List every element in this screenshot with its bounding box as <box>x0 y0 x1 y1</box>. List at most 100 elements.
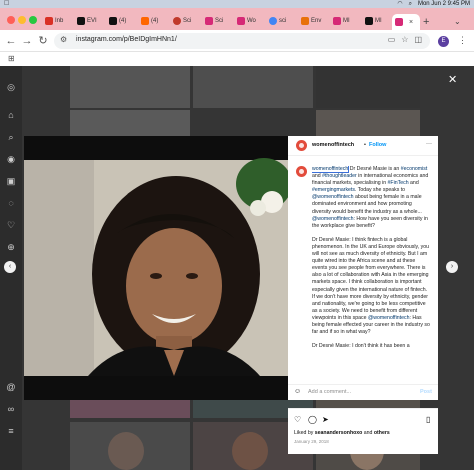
share-icon[interactable]: ➤ <box>322 415 329 424</box>
x-icon <box>109 16 117 25</box>
liked-by-user-link[interactable]: seanandersonhoxo <box>315 430 363 436</box>
instagram-logo-icon[interactable]: ◎ <box>6 82 16 92</box>
mention-link[interactable]: womenoffintech <box>312 166 350 173</box>
mention-link[interactable]: @womenoffintech <box>312 194 354 200</box>
search-icon[interactable]: ⌕ <box>6 132 16 142</box>
mention-link[interactable]: @womenoffintech <box>368 315 410 321</box>
meta-icon[interactable]: ∞ <box>6 404 16 414</box>
bookmarks-bar: ⊞ <box>0 52 474 66</box>
forward-button[interactable]: → <box>20 33 34 49</box>
tab-active-instagram[interactable]: × <box>392 14 420 30</box>
tab[interactable]: sci <box>266 13 289 28</box>
tab[interactable]: Env <box>298 13 324 28</box>
create-icon[interactable]: ⊕ <box>6 242 16 252</box>
like-heart-icon[interactable]: ♡ <box>294 415 301 424</box>
address-bar[interactable]: ⚙ instagram.com/p/BeIDgImHNn1/ ▭ ☆ ◫ <box>54 33 430 49</box>
post-comment-button[interactable]: Post <box>420 389 432 395</box>
background-post-tile <box>316 110 420 136</box>
explore-icon[interactable]: ◉ <box>6 154 16 164</box>
tab[interactable]: Sci <box>170 13 194 28</box>
background-face-photo <box>108 432 144 470</box>
notifications-heart-icon[interactable]: ♡ <box>6 220 16 230</box>
hamburger-menu-icon[interactable]: ≡ <box>6 426 16 436</box>
background-post-tile <box>70 66 190 108</box>
instagram-icon <box>205 16 213 25</box>
clock-text[interactable]: Mon Jun 2 9:45 PM <box>418 0 470 8</box>
emoji-icon[interactable]: ☺ <box>294 388 301 395</box>
tab[interactable]: EVI <box>74 13 100 28</box>
follow-button[interactable]: Follow <box>369 142 386 148</box>
hashtag-link[interactable]: #emergingmarkets <box>312 187 355 193</box>
author-avatar[interactable] <box>296 140 307 151</box>
background-post-tile <box>193 66 313 108</box>
separator-dot: • <box>364 142 366 148</box>
extensions-icon[interactable]: ◫ <box>414 35 422 44</box>
post-image[interactable] <box>24 136 288 400</box>
instagram-icon <box>333 16 341 25</box>
hashtag-link[interactable]: #economist <box>401 166 428 172</box>
new-tab-button[interactable]: + <box>423 16 429 28</box>
post-caption: womenoffintech Dr Desné Masie is an #eco… <box>312 166 430 350</box>
background-post-tile <box>70 400 190 418</box>
hashtag-link[interactable]: #thoughtleader <box>322 173 357 179</box>
instagram-icon <box>237 16 245 25</box>
browser-tab-strip: Inb EVI (4) (4) Sci Sci Wo sci Env MI MI… <box>0 8 474 30</box>
mention-link[interactable]: @womenoffintech <box>312 216 354 222</box>
wifi-icon[interactable]: ◠ <box>397 0 402 8</box>
profile-avatar[interactable]: E <box>438 36 449 47</box>
back-button[interactable]: ← <box>4 33 18 49</box>
more-options-icon[interactable]: ··· <box>426 141 432 147</box>
browser-toolbar: ← → ↻ ⚙ instagram.com/p/BeIDgImHNn1/ ▭ ☆… <box>0 30 474 52</box>
apps-grid-icon[interactable]: ⊞ <box>8 54 15 63</box>
previous-post-chevron-icon[interactable]: ‹ <box>4 261 16 273</box>
post-actions: ♡ ◯ ➤ ▯ Liked by seanandersonhoxo and ot… <box>288 408 438 454</box>
comment-icon[interactable]: ◯ <box>308 415 317 424</box>
tab[interactable]: Inb <box>42 13 66 28</box>
close-tab-icon[interactable]: × <box>409 19 413 26</box>
document-icon <box>301 16 309 25</box>
portrait-photo <box>24 136 288 400</box>
threads-icon[interactable]: @ <box>6 382 16 392</box>
google-icon <box>269 16 277 25</box>
post-header: womenoffintech • Follow ··· <box>288 136 438 156</box>
hashtag-link[interactable]: #FinTech <box>388 180 409 186</box>
instagram-icon <box>395 18 403 26</box>
close-window-button[interactable] <box>7 16 15 24</box>
comment-bar: ☺ Add a comment... Post <box>288 384 438 400</box>
browser-menu-icon[interactable]: ⋮ <box>458 35 467 46</box>
close-modal-icon[interactable]: ✕ <box>448 73 457 86</box>
likes-others-link[interactable]: others <box>374 430 390 436</box>
maximize-window-button[interactable] <box>29 16 37 24</box>
bookmark-star-icon[interactable]: ☆ <box>401 35 408 44</box>
x-icon <box>77 16 85 25</box>
next-post-chevron-icon[interactable]: › <box>446 261 458 273</box>
author-username[interactable]: womenoffintech <box>312 142 354 148</box>
tab[interactable]: (4) <box>106 13 129 28</box>
news-icon <box>141 16 149 25</box>
save-bookmark-icon[interactable]: ▯ <box>426 415 430 424</box>
url-text[interactable]: instagram.com/p/BeIDgImHNn1/ <box>76 36 177 43</box>
post-date[interactable]: January 29, 2018 <box>294 439 329 444</box>
caption-avatar[interactable] <box>296 166 307 177</box>
reload-button[interactable]: ↻ <box>36 33 50 49</box>
instagram-page: ◎ ⌂ ⌕ ◉ ▣ ◌ ♡ ⊕ @ ∞ ≡ ✕ womenoffintech •… <box>0 66 474 470</box>
tab-search-chevron-icon[interactable]: ⌄ <box>454 17 461 26</box>
scholar-icon <box>173 16 181 25</box>
minimize-window-button[interactable] <box>18 16 26 24</box>
tab[interactable]: Wo <box>234 13 259 28</box>
apple-icon[interactable]:  <box>4 0 9 8</box>
cast-icon[interactable]: ▭ <box>388 35 396 44</box>
site-settings-icon[interactable]: ⚙ <box>60 35 67 44</box>
home-icon[interactable]: ⌂ <box>6 110 16 120</box>
macos-menu-bar:  ◠ ⌕ Mon Jun 2 9:45 PM <box>0 0 474 8</box>
messages-icon[interactable]: ◌ <box>6 198 16 208</box>
tab[interactable]: MI <box>362 13 385 28</box>
background-post-tile <box>316 66 420 108</box>
search-icon[interactable]: ⌕ <box>409 0 412 8</box>
comment-input[interactable]: Add a comment... <box>308 389 351 395</box>
tab[interactable]: (4) <box>138 13 161 28</box>
tab[interactable]: MI <box>330 13 353 28</box>
tab[interactable]: Sci <box>202 13 226 28</box>
x-icon <box>365 16 373 25</box>
reels-icon[interactable]: ▣ <box>6 176 16 186</box>
